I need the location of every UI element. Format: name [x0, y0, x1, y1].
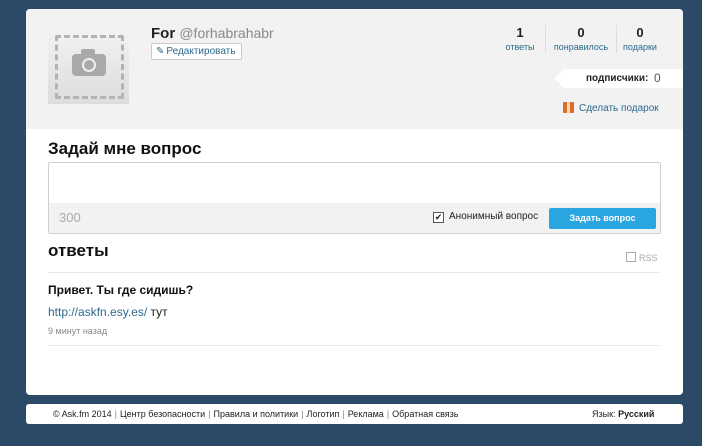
rss-label: RSS — [639, 253, 658, 263]
ask-question-title: Задай мне вопрос — [48, 139, 202, 158]
stat-answers-label: ответы — [505, 42, 535, 52]
footer-link-policies[interactable]: Правила и политики — [211, 409, 302, 419]
page-footer: © Ask.fm 2014 | Центр безопасности | Правила… — [26, 404, 683, 424]
ask-form-footer: 300 ✔ Анонимный вопрос Задать вопрос — [49, 203, 660, 233]
profile-stats: 1 ответы 0 понравилось 0 подарки — [496, 25, 666, 55]
rss-icon — [626, 252, 636, 262]
profile-name: For @forhabrahabr — [151, 25, 274, 42]
language-label: Язык: — [592, 409, 616, 419]
divider — [48, 345, 659, 346]
answer-body: тут — [147, 305, 168, 319]
make-gift-label: Сделать подарок — [579, 103, 659, 114]
anonymous-question-label: Анонимный вопрос — [449, 211, 539, 222]
edit-profile-button[interactable]: ✎ Редактировать — [151, 43, 243, 60]
stat-answers[interactable]: 1 ответы — [500, 25, 540, 53]
question-text[interactable]: Привет. Ты где сидишь? — [48, 283, 193, 297]
stat-likes[interactable]: 0 понравилось — [545, 25, 617, 53]
profile-handle: @forhabrahabr — [179, 25, 274, 41]
footer-link-safety[interactable]: Центр безопасности — [117, 409, 208, 419]
stat-gifts-label: подарки — [623, 42, 657, 52]
footer-links: © Ask.fm 2014 | Центр безопасности | Правила… — [50, 409, 461, 419]
language-value: Русский — [618, 409, 655, 419]
question-input[interactable] — [49, 163, 660, 203]
answer-link[interactable]: http://askfn.esy.es/ — [48, 305, 147, 319]
answer-text: http://askfn.esy.es/ тут — [48, 305, 168, 319]
character-counter: 300 — [59, 210, 81, 225]
stat-gifts-value: 0 — [636, 25, 644, 40]
profile-display-name: For — [151, 25, 176, 42]
anonymous-question-toggle[interactable]: ✔ Анонимный вопрос — [433, 211, 538, 223]
anonymous-checkbox[interactable]: ✔ — [433, 212, 444, 223]
profile-header: For @forhabrahabr ✎ Редактировать 1 ответ… — [26, 9, 683, 129]
camera-icon — [72, 49, 106, 76]
language-selector[interactable]: Язык: Русский — [592, 409, 654, 419]
subscribers-label: подписчики: — [586, 73, 649, 84]
rss-link[interactable]: RSS — [626, 252, 658, 263]
footer-link-feedback[interactable]: Обратная связь — [389, 409, 461, 419]
profile-card: For @forhabrahabr ✎ Редактировать 1 ответ… — [26, 9, 683, 395]
gift-icon — [563, 102, 574, 113]
ask-question-form: 300 ✔ Анонимный вопрос Задать вопрос — [48, 162, 661, 234]
pencil-icon: ✎ — [156, 46, 165, 57]
stat-gifts[interactable]: 0 подарки — [619, 25, 661, 53]
footer-link-ads[interactable]: Реклама — [345, 409, 387, 419]
divider — [48, 272, 659, 273]
footer-copyright: © Ask.fm 2014 — [53, 409, 112, 419]
subscribers-count: 0 — [654, 71, 661, 85]
avatar[interactable] — [48, 28, 129, 104]
make-gift-link[interactable]: Сделать подарок — [563, 102, 659, 114]
answer-timestamp[interactable]: 9 минут назад — [48, 326, 107, 336]
stat-answers-value: 1 — [516, 25, 524, 40]
subscribers-badge: подписчики: 0 — [554, 69, 683, 88]
stat-likes-value: 0 — [577, 25, 585, 40]
stat-likes-label: понравилось — [553, 42, 609, 52]
answers-title: ответы — [48, 241, 109, 260]
edit-profile-label: Редактировать — [166, 46, 236, 57]
footer-link-logo[interactable]: Логотип — [304, 409, 343, 419]
ask-question-button[interactable]: Задать вопрос — [549, 208, 656, 229]
